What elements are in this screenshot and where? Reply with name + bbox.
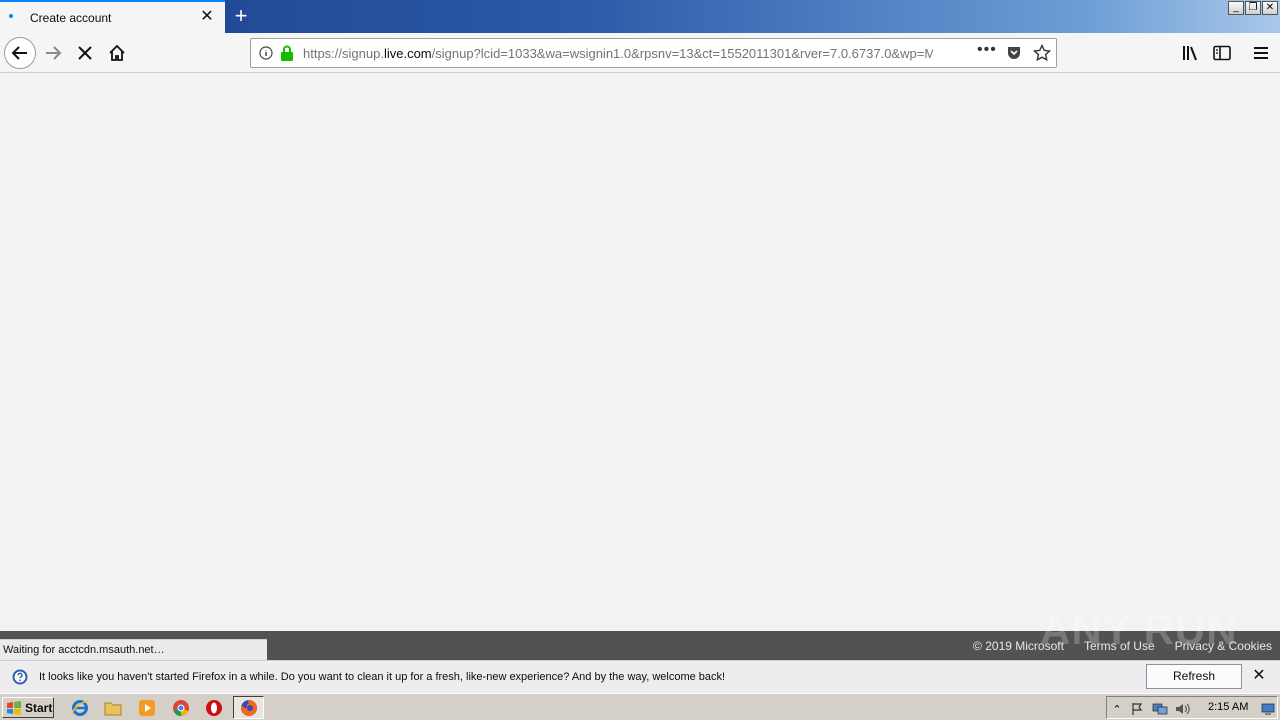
hamburger-menu-icon (1254, 47, 1268, 59)
back-button[interactable] (4, 37, 36, 69)
url-prefix: https://signup. (303, 46, 384, 61)
home-icon (109, 44, 125, 61)
show-desktop-icon[interactable] (1260, 701, 1276, 717)
close-window-button[interactable]: ✕ (1262, 1, 1278, 15)
taskbar: Start ⌃ 2:15 AM (0, 693, 1280, 720)
firefox-icon (240, 699, 257, 716)
url-path: /signup?lcid=1033&wa=wsignin1.0&rpsnv=13… (431, 46, 933, 61)
status-panel: Waiting for acctcdn.msauth.net… (0, 639, 267, 660)
screen: Create account ✕ + _ ❐ ✕ https://signup.… (0, 0, 1280, 720)
url-host: live.com (383, 46, 432, 61)
page-content (0, 74, 1280, 631)
bookmark-star-icon[interactable] (1032, 43, 1052, 65)
stop-button[interactable] (69, 37, 101, 69)
refresh-firefox-button[interactable]: Refresh Firefox… (1146, 664, 1242, 706)
tab-title: Create account (30, 11, 112, 25)
page-actions-menu-icon[interactable]: ••• (977, 41, 997, 59)
navigation-toolbar: https://signup.live.com/signup?lcid=1033… (0, 33, 1280, 73)
notification-close-icon[interactable]: ✕ (1250, 667, 1268, 685)
firefox-taskbar-button[interactable] (233, 696, 264, 719)
tab-create-account[interactable]: Create account ✕ (0, 0, 225, 33)
start-button[interactable]: Start (2, 697, 54, 718)
secure-lock-icon[interactable] (280, 45, 294, 64)
back-arrow-icon (11, 46, 27, 60)
explorer-folder-icon[interactable] (103, 698, 123, 718)
url-bar[interactable]: https://signup.live.com/signup?lcid=1033… (250, 38, 1057, 68)
tab-strip: Create account ✕ + _ ❐ ✕ (0, 0, 1280, 33)
library-button[interactable] (1180, 42, 1202, 64)
network-icon[interactable] (1152, 701, 1168, 717)
minimize-button[interactable]: _ (1228, 1, 1244, 15)
forward-arrow-icon (46, 46, 62, 60)
new-tab-button[interactable]: + (230, 4, 252, 28)
action-center-flag-icon[interactable] (1129, 701, 1145, 717)
library-icon (1183, 46, 1197, 61)
question-icon (12, 669, 28, 688)
sidebar-icon (1213, 45, 1231, 61)
tab-close-icon[interactable]: ✕ (199, 9, 215, 25)
notification-bar: It looks like you haven't started Firefo… (0, 660, 1280, 706)
ie-icon[interactable] (70, 698, 90, 718)
window-controls: _ ❐ ✕ (1228, 1, 1278, 15)
windows-logo-icon (7, 700, 21, 715)
system-tray: ⌃ 2:15 AM (1106, 696, 1278, 719)
watermark-logo: ANY RUN (1040, 606, 1238, 653)
forward-button[interactable] (37, 37, 69, 69)
volume-icon[interactable] (1175, 701, 1191, 717)
restore-button[interactable]: ❐ (1245, 1, 1261, 15)
notification-message: It looks like you haven't started Firefo… (39, 671, 726, 683)
pocket-icon[interactable] (1006, 45, 1022, 64)
sidebar-button[interactable] (1211, 42, 1233, 64)
media-player-icon[interactable] (137, 698, 157, 718)
chrome-icon[interactable] (171, 698, 191, 718)
url-text[interactable]: https://signup.live.com/signup?lcid=1033… (303, 46, 933, 61)
site-info-icon[interactable] (259, 46, 273, 63)
show-hidden-icons-icon[interactable]: ⌃ (1109, 701, 1125, 717)
stop-icon (78, 46, 92, 60)
start-label: Start (25, 700, 53, 715)
home-button[interactable] (101, 37, 133, 69)
opera-icon[interactable] (204, 698, 224, 718)
menu-button[interactable] (1250, 42, 1272, 64)
clock[interactable]: 2:15 AM (1208, 701, 1248, 713)
loading-indicator-icon (9, 14, 13, 18)
